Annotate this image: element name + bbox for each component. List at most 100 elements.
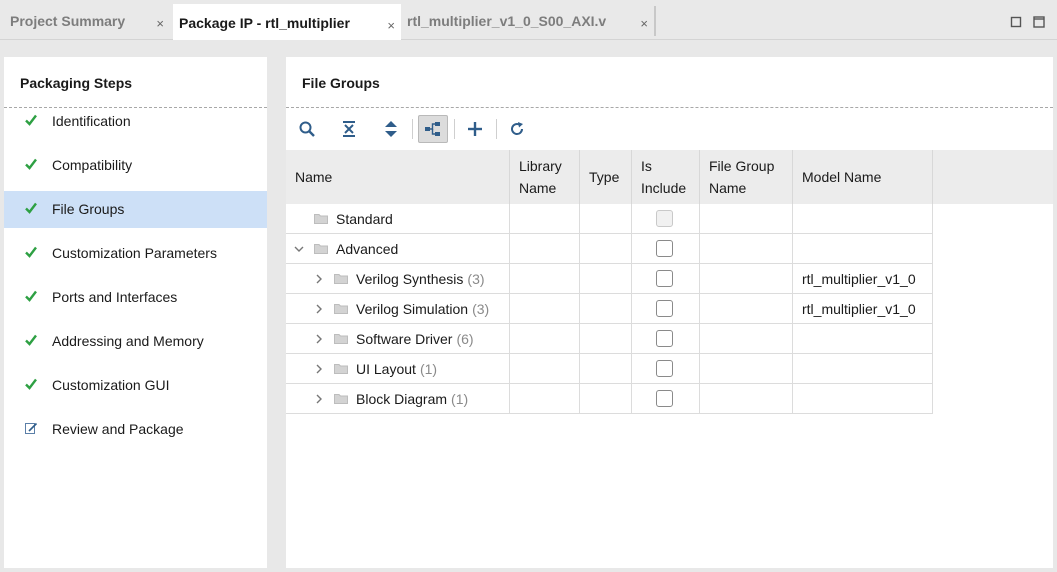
is-include-checkbox[interactable] bbox=[656, 390, 673, 407]
folder-icon bbox=[334, 304, 348, 314]
column-header-name[interactable]: Name bbox=[286, 150, 510, 204]
model-name-cell bbox=[793, 384, 933, 414]
column-header-library-name[interactable]: Library Name bbox=[510, 150, 580, 204]
hierarchy-view-button[interactable] bbox=[418, 115, 448, 143]
tab-package-ip[interactable]: Package IP - rtl_multiplier × bbox=[173, 4, 401, 40]
collapse-all-button[interactable] bbox=[334, 115, 364, 143]
table-row[interactable]: Verilog Synthesis (3) rtl_multiplier_v1_0 bbox=[286, 264, 933, 294]
table-row[interactable]: Standard bbox=[286, 204, 933, 234]
step-addressing-and-memory[interactable]: Addressing and Memory bbox=[4, 323, 267, 360]
step-identification[interactable]: Identification bbox=[4, 103, 267, 140]
is-include-cell bbox=[632, 234, 700, 264]
add-files-button[interactable] bbox=[460, 115, 490, 143]
is-include-checkbox[interactable] bbox=[656, 270, 673, 287]
check-icon bbox=[25, 202, 37, 214]
chevron-down-icon[interactable] bbox=[294, 244, 304, 254]
library-name-cell bbox=[510, 204, 580, 234]
type-cell bbox=[580, 264, 632, 294]
file-group-name-cell bbox=[700, 354, 793, 384]
is-include-checkbox bbox=[656, 210, 673, 227]
is-include-checkbox[interactable] bbox=[656, 240, 673, 257]
tab-axi-source[interactable]: rtl_multiplier_v1_0_S00_AXI.v × bbox=[401, 4, 654, 38]
library-name-cell bbox=[510, 324, 580, 354]
add-icon bbox=[468, 122, 482, 136]
table-row[interactable]: Block Diagram (1) bbox=[286, 384, 933, 414]
step-review-and-package[interactable]: Review and Package bbox=[4, 411, 267, 448]
folder-icon bbox=[334, 334, 348, 344]
column-header-is-include[interactable]: Is Include bbox=[632, 150, 700, 204]
library-name-cell bbox=[510, 234, 580, 264]
maximize-icon[interactable] bbox=[1033, 16, 1045, 28]
model-name-cell bbox=[793, 204, 933, 234]
is-include-cell bbox=[632, 204, 700, 234]
step-label: Customization Parameters bbox=[52, 245, 217, 261]
step-file-groups[interactable]: File Groups bbox=[4, 191, 267, 228]
is-include-cell bbox=[632, 354, 700, 384]
chevron-right-icon[interactable] bbox=[314, 394, 324, 404]
expand-all-icon bbox=[385, 121, 397, 137]
chevron-right-icon[interactable] bbox=[314, 274, 324, 284]
step-label: File Groups bbox=[52, 201, 125, 217]
search-button[interactable] bbox=[292, 115, 322, 143]
folder-icon bbox=[314, 214, 328, 224]
table-header: Name Library Name Type Is Include File G… bbox=[286, 150, 1053, 204]
step-ports-and-interfaces[interactable]: Ports and Interfaces bbox=[4, 279, 267, 316]
tab-close-icon[interactable]: × bbox=[640, 16, 648, 31]
refresh-icon bbox=[511, 122, 524, 135]
step-label: Compatibility bbox=[52, 157, 133, 173]
file-count: (1) bbox=[451, 390, 469, 407]
file-group-name-cell bbox=[700, 264, 793, 294]
step-label: Review and Package bbox=[52, 421, 184, 437]
refresh-button[interactable] bbox=[502, 115, 532, 143]
column-header-type[interactable]: Type bbox=[580, 150, 632, 204]
model-name-cell bbox=[793, 354, 933, 384]
expand-all-button[interactable] bbox=[376, 115, 406, 143]
step-label: Customization GUI bbox=[52, 377, 170, 393]
step-compatibility[interactable]: Compatibility bbox=[4, 147, 267, 184]
name-cell: Verilog Simulation (3) bbox=[286, 294, 510, 324]
group-name: Standard bbox=[336, 210, 393, 227]
is-include-checkbox[interactable] bbox=[656, 300, 673, 317]
tab-divider bbox=[654, 6, 656, 36]
packaging-steps-panel: Packaging Steps Identification Compatibil… bbox=[4, 57, 267, 568]
edit-icon bbox=[25, 422, 38, 434]
step-customization-parameters[interactable]: Customization Parameters bbox=[4, 235, 267, 272]
column-header-model-name[interactable]: Model Name bbox=[793, 150, 933, 204]
restore-icon[interactable] bbox=[1010, 16, 1022, 28]
tab-project-summary[interactable]: Project Summary × bbox=[4, 4, 170, 38]
chevron-right-icon[interactable] bbox=[314, 364, 324, 374]
search-icon bbox=[299, 121, 315, 137]
check-icon bbox=[25, 158, 37, 170]
chevron-right-icon[interactable] bbox=[314, 334, 324, 344]
group-name: Advanced bbox=[336, 240, 399, 257]
file-groups-panel: File Groups Name Library Name Type Is In bbox=[286, 57, 1053, 568]
chevron-right-icon[interactable] bbox=[314, 304, 324, 314]
collapse-all-icon bbox=[343, 121, 355, 137]
name-cell: Advanced bbox=[286, 234, 510, 264]
tab-label: Project Summary bbox=[10, 13, 126, 29]
type-cell bbox=[580, 324, 632, 354]
file-group-name-cell bbox=[700, 234, 793, 264]
step-label: Identification bbox=[52, 113, 131, 129]
file-count: (1) bbox=[419, 360, 438, 377]
is-include-checkbox[interactable] bbox=[656, 360, 673, 377]
tab-close-icon[interactable]: × bbox=[387, 18, 395, 33]
model-name-cell bbox=[793, 324, 933, 354]
step-customization-gui[interactable]: Customization GUI bbox=[4, 367, 267, 404]
column-header-file-group-name[interactable]: File Group Name bbox=[700, 150, 793, 204]
name-cell: Verilog Synthesis (3) bbox=[286, 264, 510, 294]
check-icon bbox=[25, 114, 37, 126]
table-row[interactable]: Advanced bbox=[286, 234, 933, 264]
panel-title: File Groups bbox=[302, 75, 380, 91]
table-row[interactable]: Software Driver (6) bbox=[286, 324, 933, 354]
toolbar-separator bbox=[496, 119, 497, 139]
is-include-checkbox[interactable] bbox=[656, 330, 673, 347]
table-row[interactable]: Verilog Simulation (3) rtl_multiplier_v1_0 bbox=[286, 294, 933, 324]
type-cell bbox=[580, 294, 632, 324]
check-icon bbox=[25, 290, 37, 302]
tab-label: rtl_multiplier_v1_0_S00_AXI.v bbox=[407, 13, 607, 29]
table-row[interactable]: UI Layout (1) bbox=[286, 354, 933, 384]
tab-close-icon[interactable]: × bbox=[156, 16, 164, 31]
model-name-cell bbox=[793, 234, 933, 264]
file-count: (3) bbox=[472, 300, 490, 317]
